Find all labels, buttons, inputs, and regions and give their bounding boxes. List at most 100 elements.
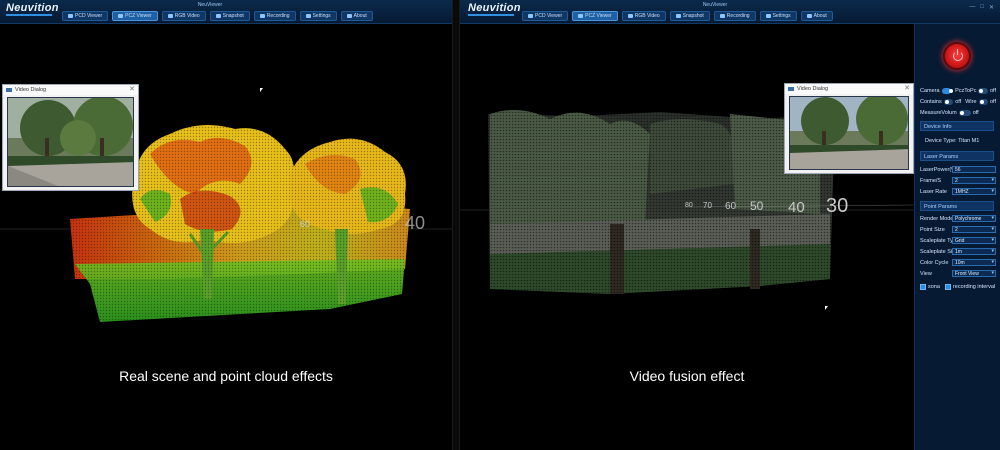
laser-power-row: LaserPower(%) 56 bbox=[920, 165, 996, 174]
distance-label-70: 70 bbox=[703, 201, 712, 210]
sona-label: sona bbox=[928, 283, 940, 290]
window-controls: — □ ✕ bbox=[969, 4, 994, 11]
maximize-icon[interactable]: □ bbox=[980, 4, 984, 11]
app-title-right: NeuViewer bbox=[702, 2, 728, 8]
tab-rgb-video[interactable]: RGB Video bbox=[621, 11, 666, 21]
pcz-to-pc-label: PczToPc bbox=[955, 87, 977, 94]
render-mode-row: Render Mode Polychrome bbox=[920, 214, 996, 223]
scaleplate-size-row: Scaleplate Size 1m bbox=[920, 247, 996, 256]
logo-underline bbox=[6, 14, 52, 16]
pcz-viewer-icon bbox=[578, 14, 584, 18]
distance-label-80: 80 bbox=[685, 202, 693, 209]
sona-checkbox[interactable] bbox=[920, 283, 926, 290]
street-video-image bbox=[790, 97, 908, 169]
view-row: View Front View bbox=[920, 269, 996, 278]
close-icon[interactable]: ✕ bbox=[129, 85, 135, 95]
pcz-to-pc-state: off bbox=[989, 87, 996, 94]
tab-pcd-viewer[interactable]: PCD Viewer bbox=[62, 11, 109, 21]
device-type: Device Type: Titan M1 bbox=[925, 137, 980, 144]
scaleplate-size-select[interactable]: 1m bbox=[952, 248, 996, 255]
window-icon bbox=[6, 88, 12, 92]
power-button[interactable] bbox=[943, 42, 971, 70]
contains-toggle[interactable] bbox=[943, 98, 954, 105]
laser-rate-select[interactable]: 1MHZ bbox=[952, 188, 996, 195]
recording-interval-checkbox[interactable] bbox=[944, 283, 951, 290]
pcz-to-pc-toggle[interactable] bbox=[978, 87, 988, 94]
pcd-viewer-icon bbox=[528, 14, 533, 18]
scaleplate-size-label: Scaleplate Size bbox=[920, 248, 958, 255]
distance-label-50: 50 bbox=[750, 199, 764, 213]
tab-about[interactable]: About bbox=[340, 11, 373, 21]
recording-row: sona recording interval bbox=[920, 282, 996, 291]
color-cycle-select[interactable]: 10m bbox=[952, 259, 996, 266]
tab-settings[interactable]: Settings bbox=[299, 11, 337, 21]
tab-rgb-video[interactable]: RGB Video bbox=[161, 11, 206, 21]
contains-row: Contains off Wire off bbox=[920, 97, 996, 106]
video-dialog-title-bar[interactable]: Video Dialog ✕ bbox=[785, 84, 913, 94]
wire-toggle[interactable] bbox=[978, 98, 988, 105]
scaleplate-type-label: Scaleplate Type bbox=[920, 237, 960, 244]
logo-underline-right bbox=[468, 14, 514, 16]
right-caption: Video fusion effect bbox=[629, 368, 745, 384]
tab-snapshot[interactable]: Snapshot bbox=[209, 11, 250, 21]
right-fusion-view[interactable]: 80 70 60 50 40 30 bbox=[460, 24, 915, 354]
pcz-viewer-icon bbox=[118, 14, 124, 18]
wire-state: off bbox=[989, 98, 996, 105]
street-video-image bbox=[8, 98, 133, 186]
frame-s-label: Frame/S bbox=[920, 177, 942, 184]
laser-power-label: LaserPower(%) bbox=[920, 166, 958, 173]
device-info-header[interactable]: Device Info bbox=[920, 121, 994, 131]
laser-params-header[interactable]: Laser Params bbox=[920, 151, 994, 161]
left-distance-label-40: 40 bbox=[405, 213, 425, 233]
scaleplate-type-select[interactable]: Grid bbox=[952, 237, 996, 244]
record-icon bbox=[259, 14, 265, 18]
record-icon bbox=[719, 14, 725, 18]
camera-toggle[interactable] bbox=[941, 87, 953, 94]
tab-pcz-viewer[interactable]: PCZ Viewer bbox=[112, 11, 158, 21]
gear-icon bbox=[765, 14, 771, 18]
point-size-select[interactable]: 2 bbox=[952, 226, 996, 233]
laser-rate-label: Laser Rate bbox=[920, 188, 947, 195]
right-video-dialog[interactable]: Video Dialog ✕ bbox=[784, 83, 914, 174]
right-tab-bar: PCD Viewer PCZ Viewer RGB Video Snapshot… bbox=[522, 11, 833, 21]
contains-state: off bbox=[955, 98, 962, 105]
camera-label: Camera bbox=[920, 87, 940, 94]
measure-volume-toggle[interactable] bbox=[958, 109, 971, 116]
point-params-header[interactable]: Point Params bbox=[920, 201, 994, 211]
minimize-icon[interactable]: — bbox=[969, 4, 975, 11]
left-video-dialog[interactable]: Video Dialog ✕ bbox=[2, 84, 139, 191]
tab-about[interactable]: About bbox=[800, 11, 833, 21]
close-icon[interactable]: ✕ bbox=[904, 84, 910, 94]
left-caption: Real scene and point cloud effects bbox=[119, 368, 333, 384]
left-viewer-panel: Neuvition NeuViewer PCD Viewer PCZ Viewe… bbox=[0, 0, 452, 450]
recording-interval-label: recording interval bbox=[952, 283, 996, 290]
video-dialog-title: Video Dialog bbox=[797, 86, 829, 92]
frame-s-select[interactable]: 2 bbox=[952, 177, 996, 184]
tab-settings[interactable]: Settings bbox=[759, 11, 797, 21]
render-mode-select[interactable]: Polychrome bbox=[952, 215, 996, 222]
tab-recording[interactable]: Recording bbox=[713, 11, 756, 21]
info-icon bbox=[346, 14, 352, 18]
color-cycle-label: Color Cycle bbox=[920, 259, 949, 266]
pcd-viewer-icon bbox=[68, 14, 73, 18]
measure-volume-state: off bbox=[972, 109, 979, 116]
distance-label-60: 60 bbox=[725, 201, 737, 212]
laser-rate-row: Laser Rate 1MHZ bbox=[920, 187, 996, 196]
mouse-cursor bbox=[260, 88, 263, 92]
tab-snapshot[interactable]: Snapshot bbox=[669, 11, 710, 21]
tab-pcz-viewer[interactable]: PCZ Viewer bbox=[572, 11, 618, 21]
video-dialog-title-bar[interactable]: Video Dialog ✕ bbox=[3, 85, 138, 95]
close-window-icon[interactable]: ✕ bbox=[989, 4, 994, 11]
measure-volume-row: MeasureVolum off bbox=[920, 108, 996, 117]
tab-recording[interactable]: Recording bbox=[253, 11, 296, 21]
right-top-bar: Neuvition NeuViewer PCD Viewer PCZ Viewe… bbox=[460, 0, 1000, 24]
tab-pcd-viewer[interactable]: PCD Viewer bbox=[522, 11, 569, 21]
point-size-label: Point Size bbox=[920, 226, 945, 233]
camera-icon bbox=[215, 14, 221, 18]
laser-power-input[interactable]: 56 bbox=[952, 166, 996, 173]
app-title: NeuViewer bbox=[197, 2, 223, 8]
left-top-bar: Neuvition NeuViewer PCD Viewer PCZ Viewe… bbox=[0, 0, 452, 24]
color-cycle-row: Color Cycle 10m bbox=[920, 258, 996, 267]
view-select[interactable]: Front View bbox=[952, 270, 996, 277]
left-tab-bar: PCD Viewer PCZ Viewer RGB Video Snapshot… bbox=[62, 11, 373, 21]
